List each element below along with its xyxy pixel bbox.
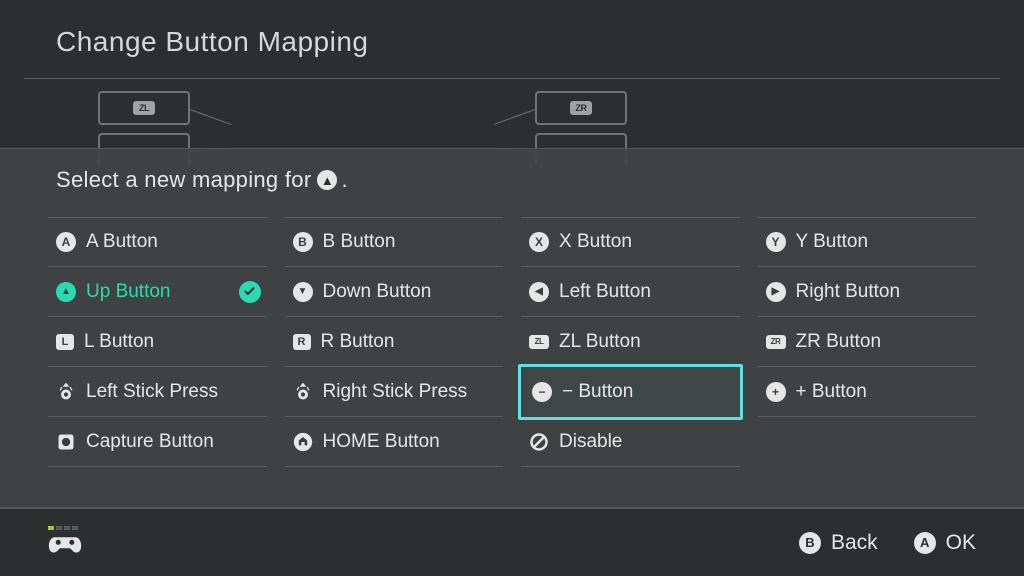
zr-icon: ZR xyxy=(766,335,786,349)
right-icon: ▶ xyxy=(766,282,786,302)
home-icon xyxy=(293,432,313,452)
a-icon: A xyxy=(56,232,76,252)
mapping-option-right[interactable]: ▶ Right Button xyxy=(758,267,977,317)
rstick-icon xyxy=(293,382,313,402)
zl-icon: ZL xyxy=(529,335,549,349)
mapping-option-label: Left Stick Press xyxy=(86,381,218,403)
divider xyxy=(24,78,1000,79)
plus-icon: + xyxy=(766,382,786,402)
mapping-option-capture[interactable]: Capture Button xyxy=(48,417,267,467)
header: Change Button Mapping xyxy=(0,0,1024,66)
down-icon: ▼ xyxy=(293,282,313,302)
mapping-option-label: − Button xyxy=(562,381,633,403)
controller-icon xyxy=(48,533,82,560)
mapping-option-label: L Button xyxy=(84,331,154,353)
diagram-zr-box: ZR xyxy=(535,91,627,125)
x-icon: X xyxy=(529,232,549,252)
mapping-option-up[interactable]: ▲ Up Button xyxy=(48,267,267,317)
ok-label: OK xyxy=(946,531,976,555)
back-button[interactable]: B Back xyxy=(799,531,878,555)
mapping-option-l[interactable]: L L Button xyxy=(48,317,267,367)
mapping-option-label: Y Button xyxy=(796,231,869,253)
mapping-option-minus[interactable]: −− Button xyxy=(518,364,743,420)
diagram-line xyxy=(190,109,232,125)
mapping-option-rstick[interactable]: Right Stick Press xyxy=(285,367,504,417)
up-icon: ▲ xyxy=(56,282,76,302)
mapping-option-plus[interactable]: + + Button xyxy=(758,367,977,417)
ok-button[interactable]: A OK xyxy=(914,531,976,555)
prompt-prefix: Select a new mapping for xyxy=(56,167,311,193)
mapping-option-left[interactable]: ◀ Left Button xyxy=(521,267,740,317)
page-title: Change Button Mapping xyxy=(56,26,968,58)
mapping-option-zr[interactable]: ZR ZR Button xyxy=(758,317,977,367)
mapping-option-label: Left Button xyxy=(559,281,651,303)
footer: B Back A OK xyxy=(0,508,1024,576)
mapping-option-label: Disable xyxy=(559,431,622,453)
diagram-line xyxy=(493,109,535,125)
mapping-option-label: B Button xyxy=(323,231,396,253)
up-arrow-icon: ▲ xyxy=(317,170,337,190)
mapping-option-home[interactable]: HOME Button xyxy=(285,417,504,467)
mapping-option-r[interactable]: R R Button xyxy=(285,317,504,367)
mapping-option-label: Down Button xyxy=(323,281,432,303)
diagram-zl-box: ZL xyxy=(98,91,190,125)
mapping-option-down[interactable]: ▼ Down Button xyxy=(285,267,504,317)
mapping-option-label: + Button xyxy=(796,381,867,403)
mapping-option-grid: A A Button B B Button X X Button Y Y Button ▲ Up … xyxy=(0,193,1024,467)
mapping-option-b[interactable]: B B Button xyxy=(285,217,504,267)
b-button-icon: B xyxy=(799,532,821,554)
mapping-option-label: Right Button xyxy=(796,281,901,303)
r-icon: R xyxy=(293,334,311,350)
mapping-option-y[interactable]: Y Y Button xyxy=(758,217,977,267)
mapping-prompt: Select a new mapping for ▲ . xyxy=(0,149,1024,193)
mapping-option-label: ZL Button xyxy=(559,331,641,353)
mapping-option-lstick[interactable]: Left Stick Press xyxy=(48,367,267,417)
zr-badge-icon: ZR xyxy=(570,101,592,115)
zl-badge-icon: ZL xyxy=(133,101,155,115)
mapping-option-label: HOME Button xyxy=(323,431,440,453)
lstick-icon xyxy=(56,382,76,402)
mapping-option-zl[interactable]: ZL ZL Button xyxy=(521,317,740,367)
left-icon: ◀ xyxy=(529,282,549,302)
mapping-option-x[interactable]: X X Button xyxy=(521,217,740,267)
mapping-option-label: ZR Button xyxy=(796,331,882,353)
mapping-option-label: X Button xyxy=(559,231,632,253)
mapping-option-label: Capture Button xyxy=(86,431,214,453)
capture-icon xyxy=(56,432,76,452)
mapping-modal: Select a new mapping for ▲ . A A Button BB… xyxy=(0,148,1024,508)
mapping-option-label: Right Stick Press xyxy=(323,381,468,403)
back-label: Back xyxy=(831,531,878,555)
disable-icon xyxy=(529,432,549,452)
minus-icon: − xyxy=(532,382,552,402)
b-icon: B xyxy=(293,232,313,252)
mapping-option-a[interactable]: A A Button xyxy=(48,217,267,267)
controller-status xyxy=(48,526,82,560)
player-indicator xyxy=(48,526,78,530)
mapping-option-label: A Button xyxy=(86,231,158,253)
mapping-option-label: Up Button xyxy=(86,281,171,303)
y-icon: Y xyxy=(766,232,786,252)
mapping-option-label: R Button xyxy=(321,331,395,353)
mapping-option-disable[interactable]: Disable xyxy=(521,417,740,467)
prompt-suffix: . xyxy=(341,167,347,193)
checkmark-icon xyxy=(239,281,261,303)
a-button-icon: A xyxy=(914,532,936,554)
l-icon: L xyxy=(56,334,74,350)
